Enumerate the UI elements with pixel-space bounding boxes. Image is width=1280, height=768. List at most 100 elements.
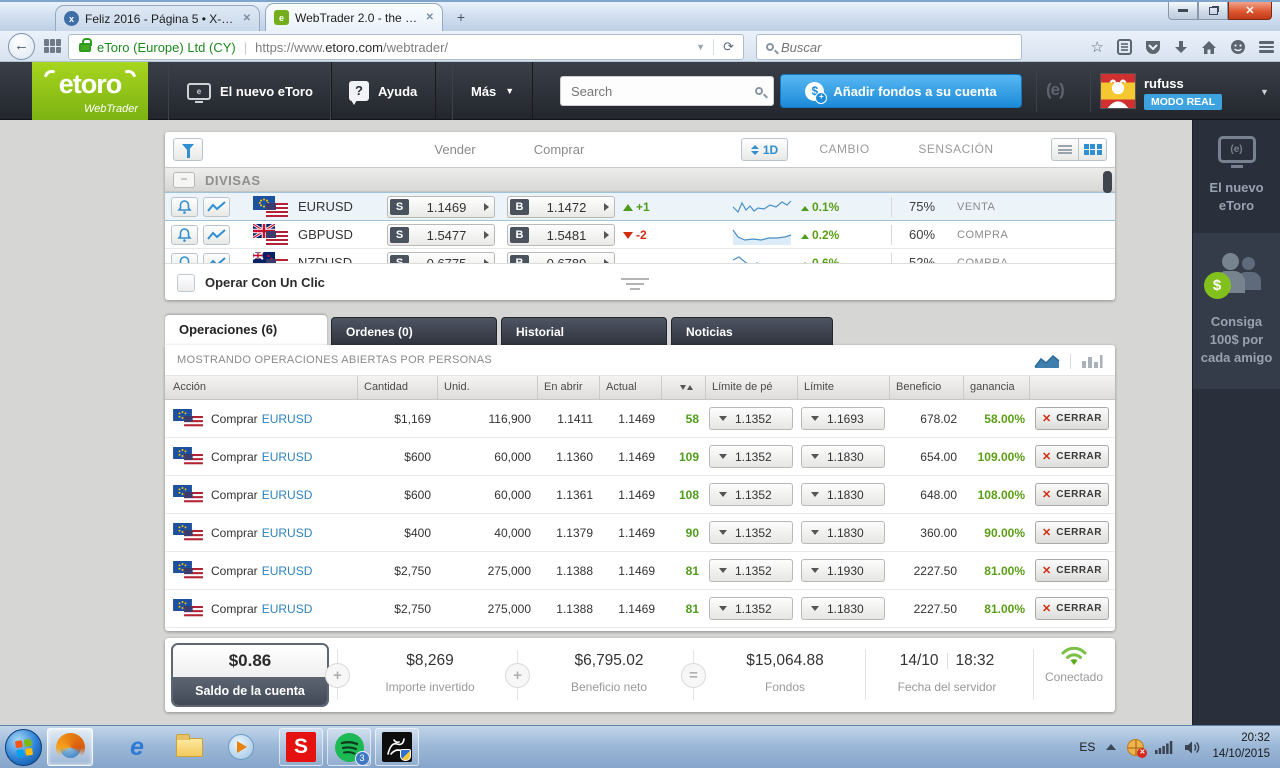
stop-loss-dropdown[interactable]: 1.1352	[709, 445, 793, 468]
header-sort-icon[interactable]	[661, 376, 705, 399]
bookmarks-menu-icon[interactable]	[1117, 39, 1132, 55]
platform-search-input[interactable]	[561, 83, 731, 99]
take-profit-dropdown[interactable]: 1.1930	[801, 559, 885, 582]
avatar[interactable]	[1100, 73, 1136, 109]
buy-price-button[interactable]: B 1.1472	[507, 196, 615, 218]
username[interactable]: rufuss	[1144, 76, 1184, 91]
pocket-icon[interactable]	[1145, 40, 1161, 55]
pages-grid-icon[interactable]	[44, 39, 61, 53]
tray-language[interactable]: ES	[1079, 740, 1095, 754]
header-unid[interactable]: Unid.	[437, 376, 537, 399]
taskbar-bull-app[interactable]	[375, 728, 419, 766]
chart-button[interactable]	[203, 253, 230, 263]
start-button[interactable]	[5, 728, 42, 766]
header-cantidad[interactable]: Cantidad	[357, 376, 437, 399]
close-trade-button[interactable]: ✕ CERRAR	[1035, 407, 1109, 430]
add-funds-button[interactable]: $ Añadir fondos a su cuenta	[780, 74, 1022, 108]
tab-ordenes[interactable]: Ordenes (0)	[331, 317, 497, 345]
sell-price-button[interactable]: S 1.1469	[387, 196, 495, 218]
browser-search-input[interactable]	[781, 39, 981, 55]
buy-price-button[interactable]: B 1.5481	[507, 224, 615, 246]
sell-price-button[interactable]: S 0.6775	[387, 252, 495, 263]
tab2-close-icon[interactable]: ✕	[426, 12, 434, 23]
header-accion[interactable]: Acción	[165, 376, 357, 399]
timeframe-button[interactable]: 1D	[741, 138, 788, 161]
browser-tab-2[interactable]: e WebTrader 2.0 - the leadin... ✕	[265, 3, 443, 31]
url-bar[interactable]: eToro (Europe) Ltd (CY) | https://www. et…	[68, 34, 744, 60]
column-chart-toggle-icon[interactable]	[1081, 353, 1103, 369]
market-scrollbar-thumb[interactable]	[1103, 171, 1112, 193]
instrument-symbol[interactable]: GBPUSD	[298, 221, 353, 249]
taskbar-internet-explorer[interactable]: e	[117, 728, 157, 766]
etoro-logo[interactable]: etoro WebTrader	[32, 62, 148, 120]
close-button[interactable]: ✕	[1228, 2, 1272, 20]
browser-search[interactable]	[756, 34, 1022, 60]
taskbar-spotify[interactable]: 3	[327, 728, 371, 766]
instrument-symbol[interactable]: EURUSD	[298, 193, 353, 221]
nav-help[interactable]: ? Ayuda	[330, 62, 437, 120]
tray-clock[interactable]: 20:32 14/10/2015	[1212, 731, 1270, 762]
volume-icon[interactable]	[1184, 740, 1201, 755]
nav-new-etoro[interactable]: e El nuevo eToro	[168, 62, 332, 120]
stop-loss-dropdown[interactable]: 1.1352	[709, 597, 793, 620]
network-error-icon[interactable]: ✕	[1127, 738, 1148, 758]
alert-bell-button[interactable]	[171, 253, 198, 263]
taskbar-explorer[interactable]	[169, 728, 209, 766]
chart-button[interactable]	[203, 197, 230, 217]
tab-noticias[interactable]: Noticias	[671, 317, 833, 345]
take-profit-dropdown[interactable]: 1.1830	[801, 445, 885, 468]
instrument-link[interactable]: EURUSD	[262, 488, 313, 502]
tray-expand-icon[interactable]	[1106, 744, 1117, 750]
buy-price-button[interactable]: B 0.6789	[507, 252, 615, 263]
nav-more[interactable]: Más ▼	[452, 62, 534, 120]
instrument-link[interactable]: EURUSD	[262, 602, 313, 616]
new-tab-button[interactable]: +	[448, 8, 474, 27]
instrument-link[interactable]: EURUSD	[262, 412, 313, 426]
site-identity[interactable]: eToro (Europe) Ltd (CY)	[97, 40, 236, 55]
reload-icon[interactable]: ⟳	[713, 39, 743, 55]
minimize-button[interactable]	[1168, 2, 1198, 20]
taskbar-firefox[interactable]	[47, 728, 93, 766]
market-row-eurusd[interactable]: EURUSD S 1.1469 B 1.1472 +1 0.1% 75% VEN…	[165, 192, 1115, 221]
stop-loss-dropdown[interactable]: 1.1352	[709, 407, 793, 430]
chart-button[interactable]	[203, 225, 230, 245]
header-actual[interactable]: Actual	[599, 376, 661, 399]
downloads-icon[interactable]	[1174, 40, 1188, 55]
tab-operaciones[interactable]: Operaciones (6)	[165, 315, 327, 345]
restore-button[interactable]	[1198, 2, 1228, 20]
header-beneficio[interactable]: Beneficio	[889, 376, 963, 399]
signal-bars-icon[interactable]	[1155, 740, 1173, 754]
take-profit-dropdown[interactable]: 1.1830	[801, 483, 885, 506]
user-menu-caret-icon[interactable]: ▼	[1260, 87, 1269, 97]
instrument-link[interactable]: EURUSD	[262, 564, 313, 578]
close-trade-button[interactable]: ✕ CERRAR	[1035, 445, 1109, 468]
instrument-link[interactable]: EURUSD	[262, 450, 313, 464]
grid-view-toggle[interactable]	[1079, 138, 1107, 161]
take-profit-dropdown[interactable]: 1.1830	[801, 521, 885, 544]
market-row-gbpusd[interactable]: GBPUSD S 1.5477 B 1.5481 -2 0.2% 60% COM…	[165, 221, 1115, 249]
sidebar-new-etoro[interactable]: (e) El nuevo eToro	[1193, 120, 1280, 215]
urlbar-dropdown-icon[interactable]: ▼	[688, 42, 713, 52]
header-limite[interactable]: Límite	[797, 376, 889, 399]
sidebar-referral[interactable]: $ Consiga 100$ por cada amigo	[1193, 233, 1280, 389]
taskbar-media-player[interactable]	[221, 728, 261, 766]
alert-bell-button[interactable]	[171, 197, 198, 217]
filter-button[interactable]	[173, 138, 203, 161]
close-trade-button[interactable]: ✕ CERRAR	[1035, 597, 1109, 620]
home-icon[interactable]	[1201, 40, 1217, 55]
instrument-symbol[interactable]: NZDUSD	[298, 249, 352, 263]
resize-handle-icon[interactable]	[620, 278, 650, 293]
menu-icon[interactable]	[1259, 41, 1274, 53]
tab1-close-icon[interactable]: ✕	[243, 13, 251, 24]
sell-price-button[interactable]: S 1.5477	[387, 224, 495, 246]
messenger-icon[interactable]	[1230, 39, 1246, 55]
browser-tab-1[interactable]: x Feliz 2016 - Página 5 • X-Tr... ✕	[55, 5, 260, 31]
collapse-group-button[interactable]: −	[173, 172, 195, 188]
header-ganancia[interactable]: ganancia	[963, 376, 1029, 399]
close-trade-button[interactable]: ✕ CERRAR	[1035, 483, 1109, 506]
back-button[interactable]: ←	[8, 33, 35, 60]
instrument-link[interactable]: EURUSD	[262, 526, 313, 540]
close-trade-button[interactable]: ✕ CERRAR	[1035, 521, 1109, 544]
platform-search[interactable]	[560, 76, 774, 106]
header-en-abrir[interactable]: En abrir	[537, 376, 599, 399]
